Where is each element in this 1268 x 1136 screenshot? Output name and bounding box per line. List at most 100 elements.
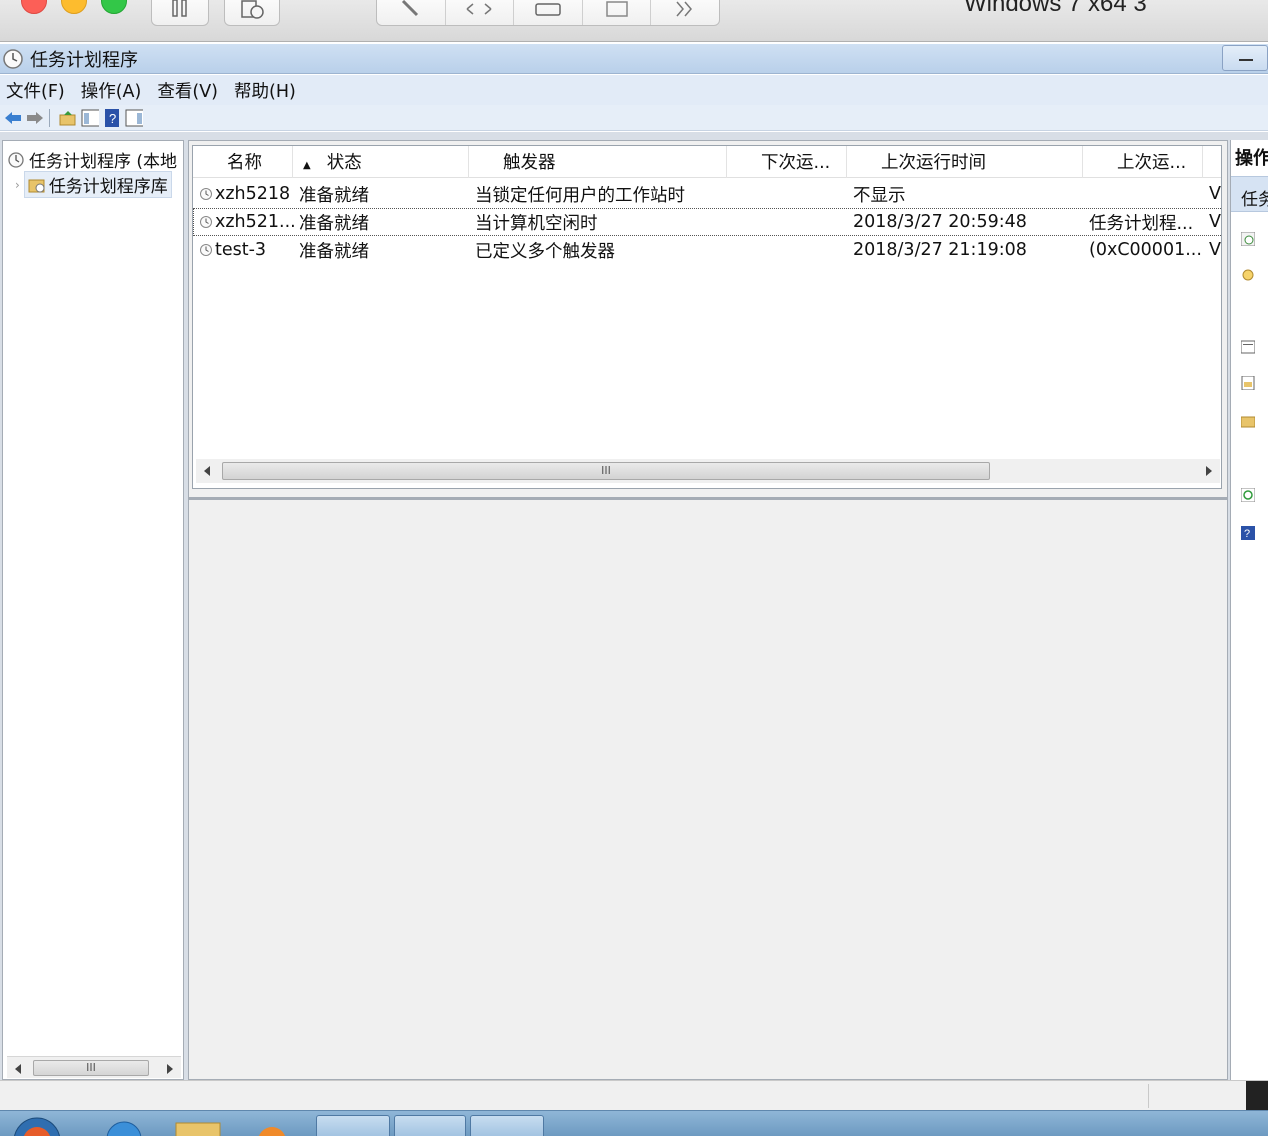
create-task-icon[interactable] (1241, 232, 1255, 246)
close-window-button[interactable] (21, 0, 47, 14)
scroll-thumb[interactable]: III (33, 1060, 149, 1076)
column-last-result[interactable]: 上次运... (1083, 146, 1203, 178)
pane-splitter[interactable] (189, 497, 1227, 500)
task-last-run: 2018/3/27 20:59:48 (853, 212, 1027, 232)
help-button[interactable]: ? (103, 108, 121, 127)
actions-pane: 操作 任务 ? (1230, 140, 1268, 1080)
host-tool-group (376, 0, 720, 26)
settings-button[interactable] (377, 0, 446, 25)
media-player-icon[interactable] (254, 1125, 290, 1136)
display-running-icon[interactable] (1241, 340, 1255, 354)
tree-root[interactable]: 任务计划程序 (本地 (7, 147, 183, 172)
task-clock-icon (200, 188, 212, 200)
column-name[interactable]: 名称 (193, 146, 293, 178)
task-name-cell: xzh521... (193, 212, 299, 232)
usb-button[interactable] (583, 0, 652, 25)
center-pane: 名称 ▲ 状态 触发器 下次运... 上次运行时间 上次运... xzh5218 … (188, 140, 1228, 1080)
pause-icon (172, 0, 187, 17)
column-last-run-time[interactable]: 上次运行时间 (847, 146, 1083, 178)
minimize-window-button[interactable] (61, 0, 87, 14)
task-clock-icon (200, 216, 212, 228)
menu-bar: 文件(F) 操作(A) 查看(V) 帮助(H) (0, 75, 1268, 105)
explorer-folder-icon[interactable] (174, 1119, 222, 1136)
scroll-left-arrow[interactable] (15, 1064, 21, 1074)
tree-root-label: 任务计划程序 (本地 (29, 152, 178, 172)
scroll-right-arrow[interactable] (1206, 466, 1212, 476)
clock-icon (8, 151, 24, 168)
internet-explorer-icon[interactable] (102, 1119, 146, 1136)
task-row[interactable]: xzh521... 准备就绪 当计算机空闲时 2018/3/27 20:59:4… (193, 208, 1221, 236)
expand-chevron-icon[interactable]: › (15, 178, 20, 192)
task-last-result: 任务计划程... (1089, 213, 1194, 234)
up-level-button[interactable] (59, 109, 77, 127)
tree-item-library-selected: 任务计划程序库 (23, 171, 172, 198)
list-horizontal-scrollbar[interactable]: III (196, 459, 1220, 483)
host-toolbar: Windows 7 x64 3 (0, 0, 1268, 42)
task-row[interactable]: xzh5218 准备就绪 当锁定任何用户的工作站时 不显示 V (193, 180, 1221, 208)
status-separator (1148, 1084, 1149, 1108)
task-list-header: 名称 ▲ 状态 触发器 下次运... 上次运行时间 上次运... (193, 146, 1221, 178)
enable-history-icon[interactable] (1241, 376, 1255, 390)
task-name: test-3 (215, 240, 267, 260)
start-orb-icon[interactable] (12, 1115, 62, 1136)
task-row[interactable]: test-3 准备就绪 已定义多个触发器 2018/3/27 21:19:08 … (193, 236, 1221, 264)
windows-taskbar (0, 1110, 1268, 1136)
taskbar-control-panel-button[interactable] (394, 1115, 466, 1136)
new-folder-icon[interactable] (1241, 414, 1255, 428)
scroll-left-arrow[interactable] (204, 466, 210, 476)
menu-action[interactable]: 操作(A) (81, 78, 142, 103)
column-next-run[interactable]: 下次运... (727, 146, 847, 178)
actions-header: 操作 (1235, 148, 1268, 169)
tree-horizontal-scrollbar[interactable]: III (7, 1056, 181, 1078)
help-icon[interactable]: ? (1241, 526, 1255, 540)
minimize-button[interactable] (1222, 45, 1268, 71)
menu-view[interactable]: 查看(V) (157, 78, 218, 103)
console-tree: 任务计划程序 (本地 › 任务计划程序库 III (2, 140, 184, 1080)
show-action-pane-button[interactable] (125, 109, 143, 127)
task-author: V (1209, 240, 1221, 260)
column-trigger[interactable]: 触发器 (469, 146, 727, 178)
help-icon: ? (105, 108, 119, 127)
scroll-right-arrow[interactable] (167, 1064, 173, 1074)
scroll-thumb[interactable]: III (222, 462, 990, 480)
snapshot-button[interactable] (224, 0, 280, 26)
disk-button[interactable] (514, 0, 583, 25)
client-area: 任务计划程序 (本地 › 任务计划程序库 III 名称 ▲ 状态 触发器 下次运.… (0, 132, 1268, 1080)
forward-button[interactable] (26, 109, 44, 127)
refresh-icon[interactable] (1241, 488, 1255, 502)
task-name: xzh5218 (215, 184, 291, 204)
task-status: 准备就绪 (299, 213, 369, 234)
show-hide-tree-button[interactable] (81, 109, 99, 127)
actions-section-task[interactable]: 任务 (1231, 176, 1268, 212)
back-arrow-icon (5, 111, 21, 124)
toolbar: ? (0, 105, 1268, 131)
window-title: 任务计划程序 (30, 49, 138, 71)
task-clock-icon (200, 244, 212, 256)
taskbar-task-scheduler-button[interactable] (470, 1115, 544, 1136)
menu-file[interactable]: 文件(F) (6, 78, 65, 103)
usb-device-icon (605, 1, 628, 17)
zoom-window-button[interactable] (101, 0, 127, 14)
sort-ascending-icon: ▲ (303, 160, 311, 171)
taskbar-cmd-button[interactable] (316, 1115, 390, 1136)
pause-button[interactable] (151, 0, 209, 26)
console-tree-icon (81, 109, 99, 126)
import-task-icon[interactable] (1241, 268, 1255, 282)
more-button[interactable] (651, 0, 719, 25)
svg-text:?: ? (1244, 528, 1250, 540)
back-button[interactable] (4, 109, 22, 127)
menu-help[interactable]: 帮助(H) (234, 78, 296, 103)
hard-disk-icon (535, 3, 561, 16)
tree-item-library[interactable]: › 任务计划程序库 (15, 171, 172, 198)
network-button[interactable] (446, 0, 515, 25)
window-title-bar: 任务计划程序 (0, 44, 1268, 74)
svg-text:?: ? (109, 111, 116, 126)
action-pane-icon (125, 109, 143, 126)
network-arrows-icon (466, 3, 492, 15)
resize-grip[interactable] (1246, 1081, 1268, 1111)
task-name-cell: xzh5218 (193, 184, 299, 204)
tree-item-label: 任务计划程序库 (48, 177, 168, 197)
column-status[interactable]: ▲ 状态 (293, 146, 469, 178)
task-trigger: 当计算机空闲时 (475, 213, 598, 234)
task-last-run: 不显示 (853, 185, 906, 206)
